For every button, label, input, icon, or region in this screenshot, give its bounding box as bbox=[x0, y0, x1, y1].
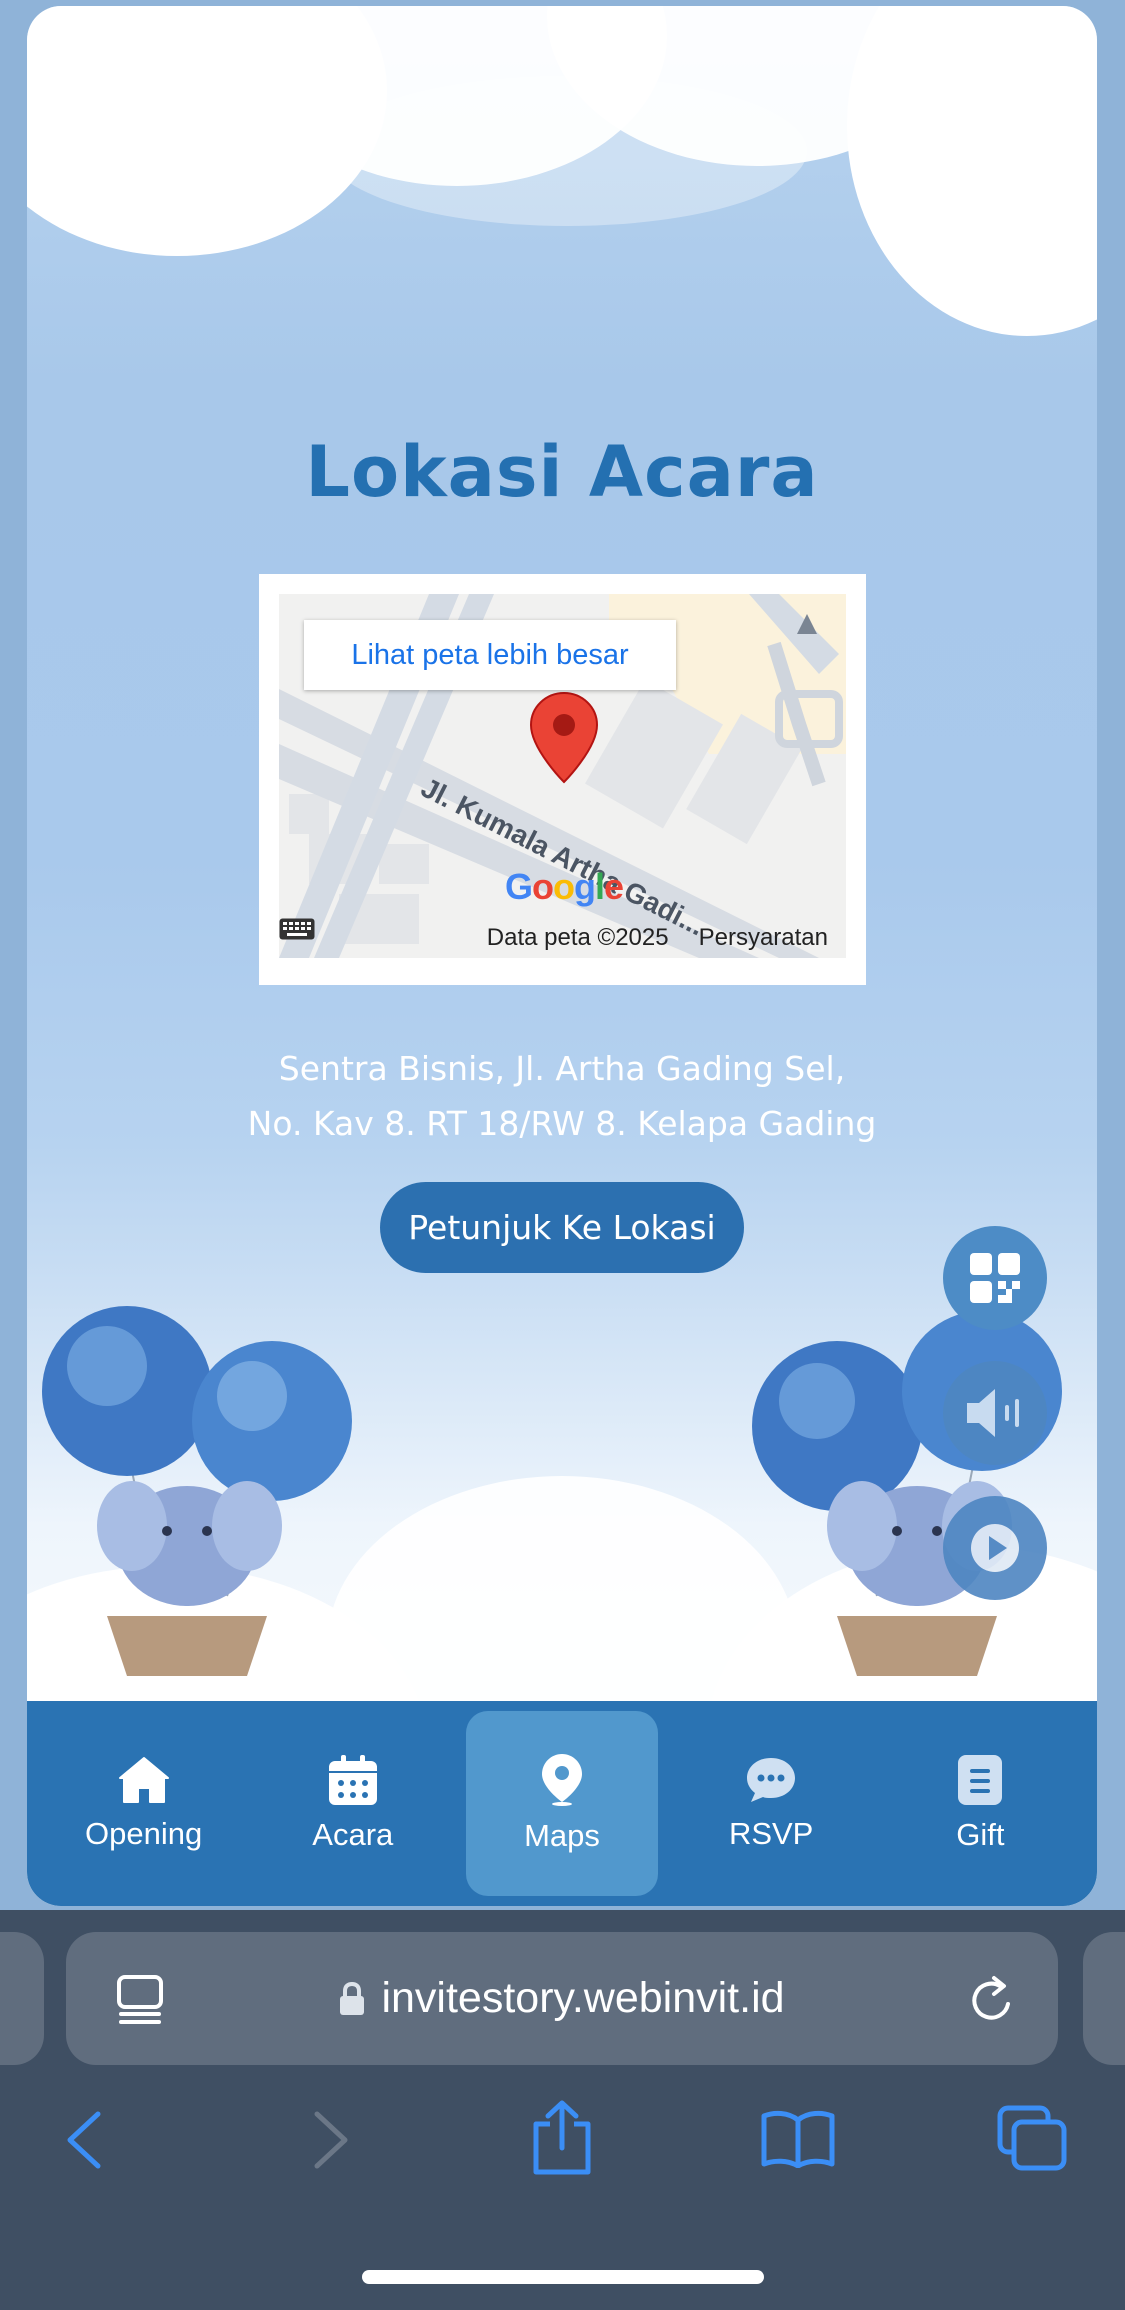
map-view[interactable]: Jl. Kumala Artha Gadi... Lihat peta lebi… bbox=[279, 594, 846, 958]
back-icon[interactable] bbox=[60, 2110, 110, 2170]
nav-maps[interactable]: Maps bbox=[465, 1711, 658, 1896]
url-display[interactable]: invitestory.webinvit.id bbox=[66, 1932, 1058, 2065]
address-line-2: No. Kav 8. RT 18/RW 8. Kelapa Gading bbox=[247, 1104, 877, 1143]
speaker-icon bbox=[967, 1389, 1019, 1437]
chat-icon bbox=[747, 1757, 796, 1802]
previous-tab-peek[interactable] bbox=[0, 1932, 44, 2065]
home-indicator bbox=[362, 2270, 764, 2284]
nav-label: Gift bbox=[956, 1816, 1005, 1852]
gift-icon bbox=[958, 1754, 1003, 1805]
forward-icon[interactable] bbox=[305, 2110, 355, 2170]
address-line-1: Sentra Bisnis, Jl. Artha Gading Sel, bbox=[278, 1049, 846, 1088]
share-icon[interactable] bbox=[530, 2100, 594, 2176]
map-footer: Data peta ©2025 Persyaratan bbox=[279, 918, 846, 958]
nav-label: RSVP bbox=[728, 1815, 814, 1851]
elephant-balloon-illustration-right bbox=[752, 1311, 1062, 1676]
autoplay-button[interactable] bbox=[943, 1496, 1047, 1600]
play-icon bbox=[971, 1524, 1019, 1572]
calendar-icon bbox=[328, 1754, 377, 1805]
tabs-icon[interactable] bbox=[996, 2104, 1068, 2172]
elephant-balloon-illustration-left bbox=[42, 1306, 352, 1676]
map-pin-icon bbox=[541, 1753, 582, 1806]
next-tab-peek[interactable] bbox=[1083, 1932, 1125, 2065]
invitation-card: Lokasi Acara Jl. Kumala Artha Gadi... Li… bbox=[27, 6, 1097, 1906]
address-bar[interactable]: invitestory.webinvit.id bbox=[66, 1932, 1058, 2065]
cloud bbox=[847, 6, 1097, 336]
bottom-navigation: Opening Acara Maps RSVP Gift bbox=[27, 1701, 1097, 1906]
bookmarks-icon[interactable] bbox=[760, 2108, 836, 2168]
page-title: Lokasi Acara bbox=[305, 431, 819, 513]
nav-label: Opening bbox=[84, 1815, 203, 1851]
keyboard-icon[interactable] bbox=[279, 918, 315, 940]
event-address: Sentra Bisnis, Jl. Artha Gading Sel, No.… bbox=[27, 1041, 1097, 1151]
nav-gift[interactable]: Gift bbox=[884, 1711, 1076, 1896]
home-icon bbox=[118, 1756, 169, 1803]
directions-button[interactable]: Petunjuk Ke Lokasi bbox=[380, 1182, 744, 1273]
map-terms-link[interactable]: Persyaratan bbox=[699, 924, 828, 952]
sound-toggle-button[interactable] bbox=[943, 1361, 1047, 1465]
nav-label: Acara bbox=[312, 1816, 394, 1852]
nav-opening[interactable]: Opening bbox=[48, 1711, 240, 1896]
reload-icon[interactable] bbox=[968, 1974, 1018, 2026]
map-embed-frame: Jl. Kumala Artha Gadi... Lihat peta lebi… bbox=[259, 574, 866, 985]
qr-code-icon bbox=[970, 1253, 1020, 1303]
cloud-haze bbox=[327, 76, 807, 226]
view-larger-map-link[interactable]: Lihat peta lebih besar bbox=[304, 620, 676, 690]
map-data-credit: Data peta ©2025 bbox=[486, 924, 669, 951]
url-text: invitestory.webinvit.id bbox=[381, 1974, 785, 2022]
nav-label: Maps bbox=[524, 1817, 600, 1853]
qr-code-button[interactable] bbox=[943, 1226, 1047, 1330]
lock-icon bbox=[340, 1981, 365, 2015]
google-logo: Google bbox=[505, 866, 624, 907]
nav-rsvp[interactable]: RSVP bbox=[675, 1711, 867, 1896]
nav-acara[interactable]: Acara bbox=[257, 1711, 449, 1896]
